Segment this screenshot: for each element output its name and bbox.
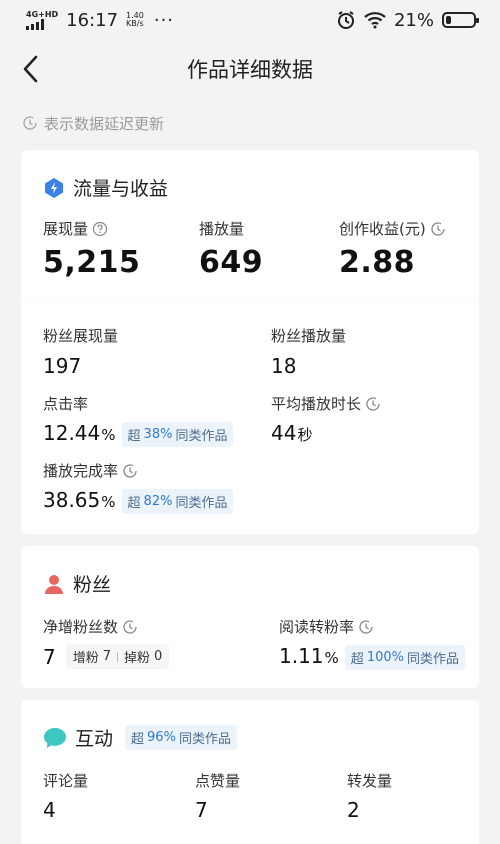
fan-plays-metric: 粉丝播放量 18 bbox=[271, 327, 347, 378]
shares-metric: 转发量 2 bbox=[347, 772, 393, 822]
earnings-metric: 创作收益(元) 2.88 bbox=[339, 218, 446, 280]
page-title: 作品详细数据 bbox=[187, 58, 313, 82]
ctr-metric: 点击率 12.44 % 超 38% 同类作品 bbox=[43, 393, 234, 447]
plays-metric: 播放量 649 bbox=[199, 220, 264, 280]
net-fans-value: 7 bbox=[43, 644, 56, 669]
signal-icon: 4G+HD bbox=[26, 10, 58, 30]
fan-change-breakdown: 增粉 7 掉粉 0 bbox=[65, 644, 170, 669]
comments-value: 4 bbox=[43, 798, 56, 822]
completion-rate-metric: 播放完成率 38.65 % 超 82% 同类作品 bbox=[43, 460, 234, 514]
wifi-icon bbox=[364, 11, 386, 29]
completion-rate-value: 38.65 bbox=[43, 488, 101, 512]
network-speed: 1.40 KB/s bbox=[126, 10, 144, 28]
avg-duration-value: 44 bbox=[271, 421, 297, 445]
alarm-icon bbox=[336, 10, 356, 30]
interaction-card-title: 互动 超 96% 同类作品 bbox=[43, 724, 237, 751]
likes-value: 7 bbox=[195, 798, 208, 822]
delayed-clock-icon bbox=[359, 619, 373, 634]
ctr-comparison-badge: 超 38% 同类作品 bbox=[121, 422, 234, 447]
interaction-comparison-badge: 超 96% 同类作品 bbox=[125, 725, 237, 750]
interaction-card: 互动 超 96% 同类作品 评论量 4 点赞量 7 转发量 2 bbox=[21, 700, 479, 844]
delayed-clock-icon bbox=[366, 396, 380, 411]
fan-impressions-value: 197 bbox=[43, 354, 82, 378]
fans-card: 粉丝 净增粉丝数 7 增粉 7 掉粉 0 阅读转粉率 1.11 % 超 100% 同类作… bbox=[21, 546, 479, 688]
user-icon bbox=[45, 574, 63, 594]
earnings-value: 2.88 bbox=[339, 245, 416, 280]
traffic-icon bbox=[45, 177, 63, 198]
impressions-metric: 展现量 5,215 bbox=[43, 220, 141, 280]
delay-notice: 表示数据延迟更新 bbox=[0, 98, 500, 148]
net-fans-metric: 净增粉丝数 7 增粉 7 掉粉 0 bbox=[43, 616, 170, 669]
battery-icon bbox=[442, 12, 479, 28]
conversion-comparison-badge: 超 100% 同类作品 bbox=[344, 645, 465, 670]
impressions-value: 5,215 bbox=[43, 245, 141, 280]
likes-metric: 点赞量 7 bbox=[195, 772, 241, 822]
more-notifications-icon: ··· bbox=[153, 9, 175, 31]
traffic-card-title: 流量与收益 bbox=[43, 174, 168, 201]
traffic-earnings-card: 流量与收益 展现量 5,215 播放量 649 创作收益(元) 2.88 粉丝展… bbox=[21, 150, 479, 534]
navigation-bar: 作品详细数据 bbox=[0, 40, 500, 98]
chat-bubble-icon bbox=[44, 727, 66, 748]
completion-comparison-badge: 超 82% 同类作品 bbox=[121, 489, 234, 514]
delayed-clock-icon bbox=[123, 619, 137, 634]
back-button[interactable] bbox=[16, 53, 48, 85]
chevron-left-icon bbox=[23, 55, 38, 83]
plays-value: 649 bbox=[199, 245, 264, 280]
shares-value: 2 bbox=[347, 798, 360, 822]
divider bbox=[21, 300, 479, 301]
delayed-clock-icon bbox=[431, 221, 445, 236]
ctr-value: 12.44 bbox=[43, 421, 101, 445]
fan-plays-value: 18 bbox=[271, 354, 297, 378]
conversion-rate-value: 1.11 bbox=[279, 644, 324, 668]
delayed-clock-icon bbox=[123, 463, 137, 478]
clock: 16:17 bbox=[66, 9, 119, 31]
fan-impressions-metric: 粉丝展现量 197 bbox=[43, 327, 119, 378]
conversion-rate-metric: 阅读转粉率 1.11 % 超 100% 同类作品 bbox=[279, 616, 465, 670]
avg-duration-metric: 平均播放时长 44 秒 bbox=[271, 393, 381, 445]
delay-notice-text: 表示数据延迟更新 bbox=[44, 114, 165, 133]
comments-metric: 评论量 4 bbox=[43, 772, 89, 822]
status-bar: 4G+HD 16:17 1.40 KB/s ··· 21% bbox=[0, 0, 500, 40]
delayed-clock-icon bbox=[23, 116, 37, 130]
battery-percent: 21% bbox=[393, 9, 434, 31]
help-icon[interactable] bbox=[92, 221, 108, 237]
fans-card-title: 粉丝 bbox=[43, 570, 111, 597]
